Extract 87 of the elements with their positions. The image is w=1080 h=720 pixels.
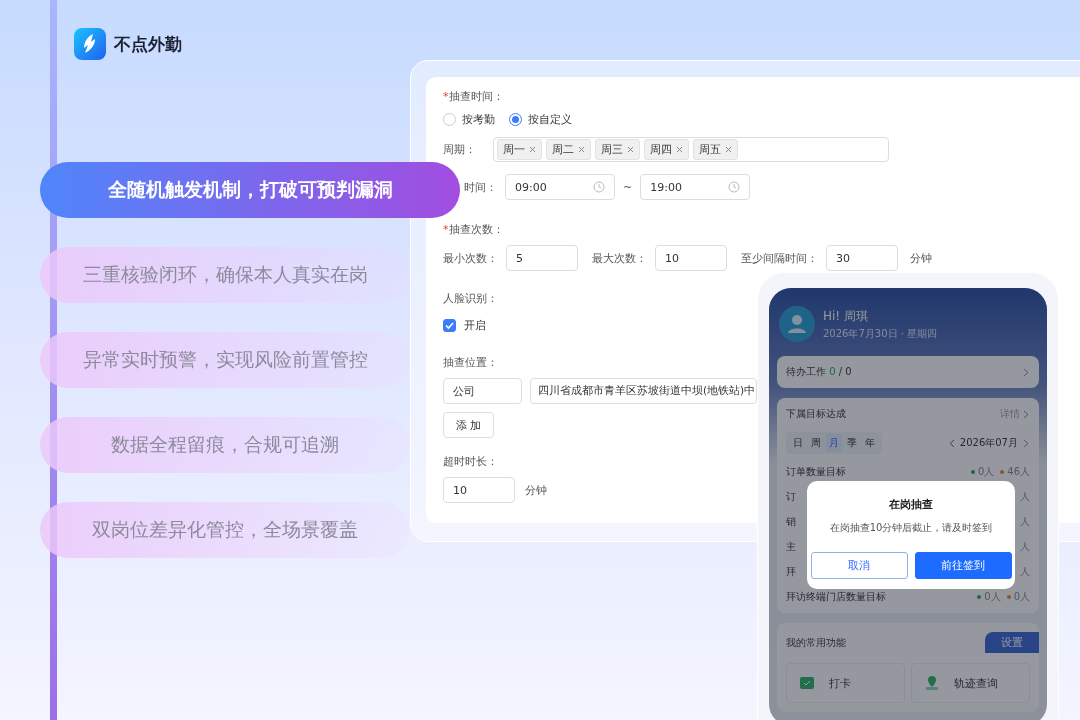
goal-value: 0人 [970,465,995,479]
dialog-message: 在岗抽查10分钟后截止，请及时签到 [829,521,993,535]
greeting: Hi! 周琪 [823,307,869,325]
goal-value: 人 [1020,540,1030,554]
address-field[interactable]: 四川省成都市青羊区苏坡街道中坝(地铁站)中 [530,378,757,404]
field-label: 最大次数： [592,250,647,266]
period-tab[interactable]: 周 [808,434,824,452]
field-label: 人脸识别： [443,291,499,306]
goal-value: 46人 [1000,465,1030,479]
location-name-field[interactable]: 公司 [443,378,522,404]
number-field[interactable]: 10 [443,477,515,503]
day-tag: 周三 [595,139,640,160]
period-tab[interactable]: 日 [790,434,806,452]
close-icon[interactable] [578,146,585,153]
close-icon[interactable] [676,146,683,153]
close-icon[interactable] [725,146,732,153]
chevron-right-icon [1023,367,1030,377]
field-label: *抽查时间： [443,89,505,104]
goal-value: 人 [1020,515,1030,529]
close-icon[interactable] [627,146,634,153]
map-pin-icon [924,675,940,691]
goal-label: 订单数量目标 [786,465,846,479]
goal-label: 订 [786,490,796,504]
card-title: 下属目标达成 [786,407,846,421]
card-title: 我的常用功能 [786,635,846,650]
function-tile[interactable]: 轨迹查询 [911,663,1030,703]
time-field[interactable]: 19:00 [640,174,751,200]
checkbox-label: 开启 [464,318,486,333]
day-tag: 周一 [497,139,542,160]
status-dot-icon [1000,470,1005,474]
field-label: 最小次数： [443,250,498,266]
avatar-icon [779,306,815,342]
calendar-check-icon [799,675,815,691]
todo-done-count: 0 [829,366,836,377]
period-tab[interactable]: 年 [862,434,878,452]
close-icon[interactable] [529,146,536,153]
status-dot-icon [970,470,975,474]
status-dot-icon [977,595,982,599]
field-label: 时间： [463,179,497,195]
chevron-right-icon [1023,409,1030,419]
todo-total: / 0 [838,366,852,377]
field-label: *抽查次数： [443,222,505,237]
confirm-button[interactable]: 前往签到 [914,552,1012,579]
day-tag: 周五 [693,139,738,160]
goal-label: 销 [786,515,796,529]
goal-label: 拜 [786,565,796,579]
radio-option[interactable]: 按自定义 [509,112,572,127]
app-logo [74,28,106,60]
number-field[interactable]: 30 [826,245,898,271]
month-text: 2026年07月 [959,436,1018,450]
number-field[interactable]: 10 [655,245,727,271]
todo-label: 待办工作 [786,366,826,377]
feature-item[interactable]: 全随机触发机制，打破可预判漏洞 [40,162,460,218]
field-label: 抽查位置： [443,355,499,370]
settings-tab[interactable]: 设置 [985,632,1039,653]
unit-label: 分钟 [910,250,932,266]
number-field[interactable]: 5 [506,245,578,271]
field-label: 至少间隔时间： [741,250,818,266]
add-button[interactable]: 添 加 [443,412,494,438]
date-text: 2026年7月30日 · 星期四 [823,326,938,341]
goal-value: 人 [1020,490,1030,504]
field-label: 超时时长： [443,454,499,469]
day-tag: 周二 [546,139,591,160]
radio-option[interactable]: 按考勤 [443,112,495,127]
time-field[interactable]: 09:00 [505,174,615,200]
cancel-button[interactable]: 取消 [810,552,908,579]
goal-value: 人 [1020,565,1030,579]
dialog-title: 在岗抽查 [889,497,933,512]
clock-icon [593,181,605,193]
day-tag: 周四 [644,139,689,160]
chevron-right-icon [1023,438,1030,448]
range-separator: ~ [623,180,633,194]
status-dot-icon [1006,595,1011,599]
todo-card[interactable]: 待办工作 0 / 0 [777,356,1039,388]
app-name: 不点外勤 [114,32,182,56]
chevron-left-icon[interactable] [947,438,955,448]
goal-value: 0人 [1006,590,1030,604]
checkbox[interactable] [443,319,456,332]
clock-icon [728,181,741,193]
unit-label: 分钟 [525,482,547,498]
period-tab[interactable]: 季 [844,434,860,452]
function-tile[interactable]: 打卡 [786,663,905,703]
goal-value: 0人 [977,590,1001,604]
goal-label: 拜访终端门店数量目标 [786,590,886,604]
field-label: 周期： [443,142,477,157]
multi-select-field[interactable]: 周一 周二 周三 周四 周五 [493,137,889,162]
goal-label: 主 [786,540,796,554]
